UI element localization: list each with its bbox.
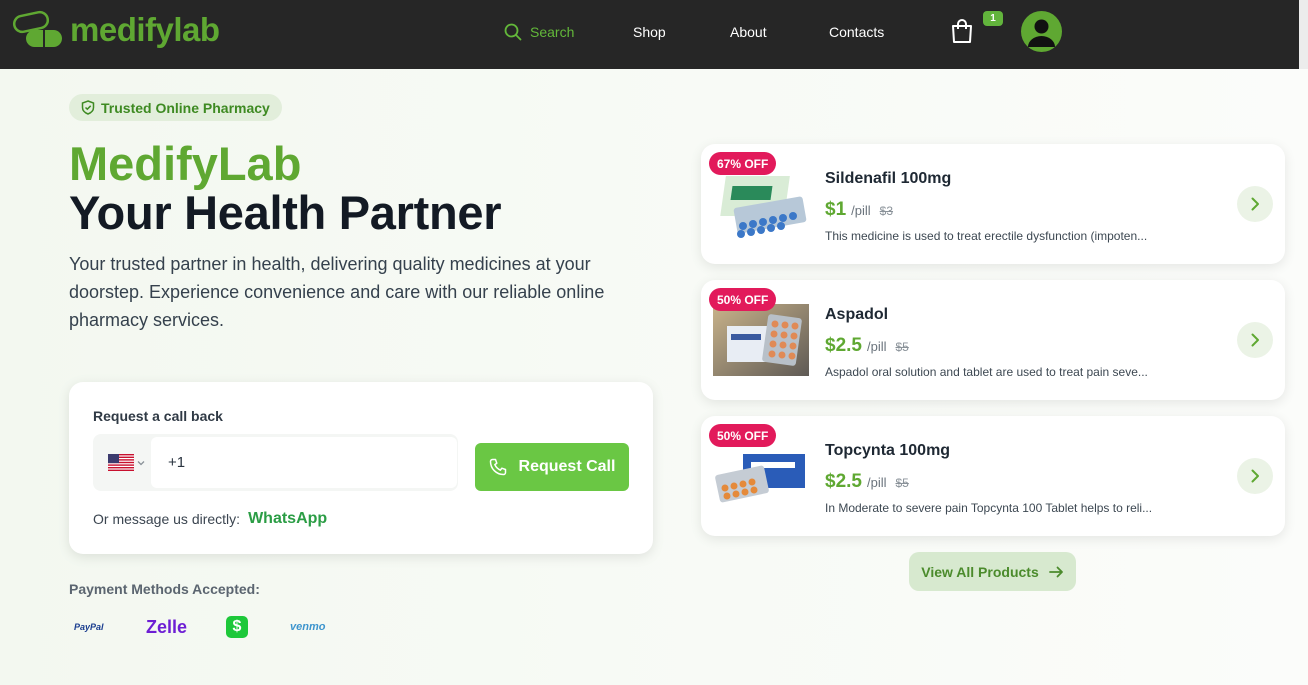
nav-search[interactable]: Search xyxy=(504,22,574,42)
chevron-down-icon xyxy=(137,460,145,465)
arrow-right-icon xyxy=(1048,566,1063,577)
search-icon xyxy=(504,23,522,41)
country-select[interactable] xyxy=(108,454,145,471)
nav-search-label: Search xyxy=(530,24,575,40)
product-name: Aspadol xyxy=(825,306,889,323)
price-row: $2.5 /pill $5 xyxy=(825,471,909,493)
cart-count-badge: 1 xyxy=(983,11,1003,26)
phone-icon xyxy=(489,458,506,476)
product-open-button[interactable] xyxy=(1237,458,1273,494)
product-name: Topcynta 100mg xyxy=(825,442,951,459)
cart-icon[interactable] xyxy=(950,18,974,44)
request-call-button[interactable]: Request Call xyxy=(475,443,629,491)
nav-shop[interactable]: Shop xyxy=(633,22,666,42)
brand-name: medifylab xyxy=(70,11,220,48)
product-image xyxy=(713,440,809,512)
zelle-logo: Zelle xyxy=(146,615,187,639)
zelle-logo-text: Zelle xyxy=(146,616,188,637)
pill-logo-icon xyxy=(12,10,62,47)
request-call-label: Request Call xyxy=(518,458,616,475)
callback-card: Request a call back Request Call xyxy=(69,382,653,554)
venmo-logo: venmo xyxy=(290,621,326,633)
scrollbar-track xyxy=(1299,0,1308,69)
product-price: $1 xyxy=(825,199,847,220)
product-open-button[interactable] xyxy=(1237,322,1273,358)
product-price: $2.5 xyxy=(825,471,862,492)
phone-field-group xyxy=(93,434,458,491)
old-price: $5 xyxy=(895,340,909,354)
paypal-logo: PayPal xyxy=(74,622,104,632)
cashapp-logo: $ xyxy=(226,616,248,638)
nav-contacts[interactable]: Contacts xyxy=(829,22,884,42)
us-flag-icon xyxy=(108,454,134,471)
product-price: $2.5 xyxy=(825,335,862,356)
product-card[interactable]: 67% OFF Sildenafil 100mg $1 /pill $3 Thi… xyxy=(701,144,1285,264)
product-description: This medicine is used to treat erectile … xyxy=(825,229,1148,243)
old-price: $5 xyxy=(895,476,909,490)
product-card[interactable]: 50% OFF Topcynta 100mg $2.5 /pill $5 In … xyxy=(701,416,1285,536)
message-row: Or message us directly: WhatsApp xyxy=(93,510,327,528)
message-prefix: Or message us directly: xyxy=(93,511,241,527)
payment-methods-label: Payment Methods Accepted: xyxy=(69,581,260,597)
product-card[interactable]: 50% OFF Aspadol $2.5 /pill $5 Aspadol or… xyxy=(701,280,1285,400)
price-unit: /pill xyxy=(866,475,887,490)
hero-title: Your Health Partner xyxy=(69,186,502,239)
badge-label: Trusted Online Pharmacy xyxy=(101,99,270,116)
product-image xyxy=(713,168,809,240)
phone-input[interactable] xyxy=(151,437,457,488)
product-description: In Moderate to severe pain Topcynta 100 … xyxy=(825,501,1153,515)
chevron-right-icon xyxy=(1251,333,1259,347)
price-row: $1 /pill $3 xyxy=(825,199,893,221)
view-all-label: View All Products xyxy=(921,563,1039,580)
discount-badge: 50% OFF xyxy=(709,288,777,311)
whatsapp-link[interactable]: WhatsApp xyxy=(248,510,327,528)
nav-about[interactable]: About xyxy=(730,22,767,42)
shield-check-icon xyxy=(81,100,95,115)
chevron-right-icon xyxy=(1251,197,1259,211)
price-unit: /pill xyxy=(851,203,871,218)
price-row: $2.5 /pill $5 xyxy=(825,335,909,357)
brand-logo[interactable]: medifylab xyxy=(12,9,220,51)
product-image xyxy=(713,304,809,376)
top-navigation-bar: medifylab Search Shop About Contacts 1 xyxy=(0,0,1308,69)
price-unit: /pill xyxy=(866,339,887,354)
view-all-products-button[interactable]: View All Products xyxy=(909,552,1076,591)
user-silhouette-icon xyxy=(1028,19,1055,47)
discount-badge: 67% OFF xyxy=(709,152,777,175)
product-name: Sildenafil 100mg xyxy=(825,170,952,187)
hero-description: Your trusted partner in health, deliveri… xyxy=(69,254,605,330)
chevron-right-icon xyxy=(1251,469,1259,483)
user-avatar-icon[interactable] xyxy=(1021,11,1062,52)
discount-badge: 50% OFF xyxy=(709,424,777,447)
product-description: Aspadol oral solution and tablet are use… xyxy=(825,365,1148,379)
old-price: $3 xyxy=(879,204,894,218)
product-open-button[interactable] xyxy=(1237,186,1273,222)
hero-brand-heading: MedifyLab xyxy=(69,137,302,190)
trusted-pharmacy-badge: Trusted Online Pharmacy xyxy=(69,94,282,121)
callback-label: Request a call back xyxy=(93,408,223,424)
